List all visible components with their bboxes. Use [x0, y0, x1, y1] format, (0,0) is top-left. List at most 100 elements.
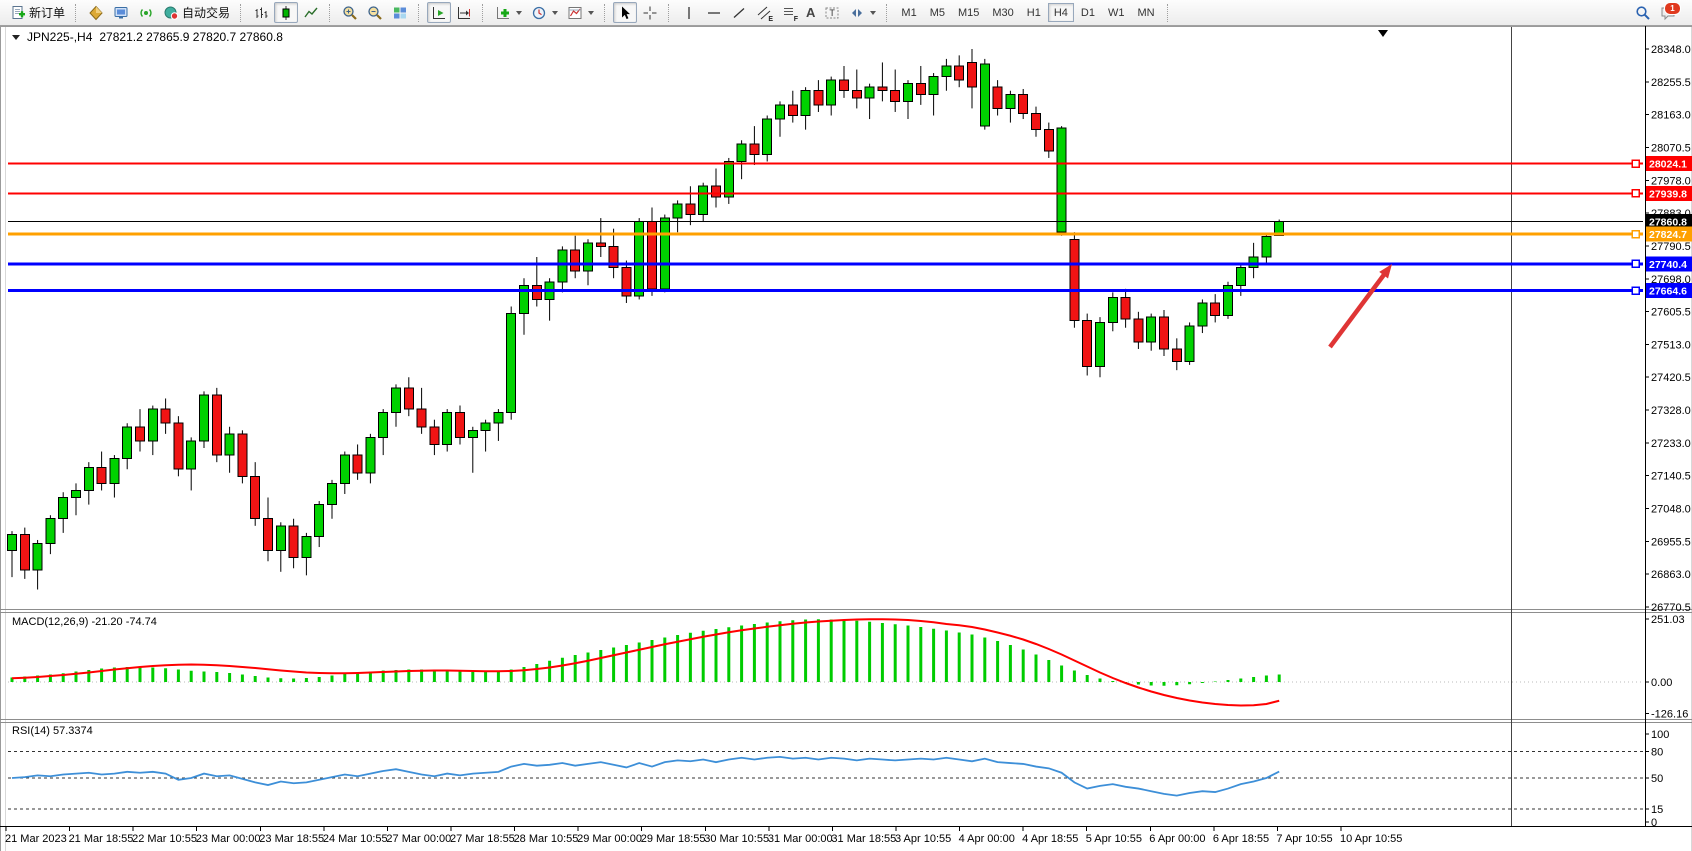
zoom-out-icon: [367, 5, 383, 21]
hline-objects[interactable]: [8, 160, 1643, 294]
chart-canvas[interactable]: 28348.028255.528163.028070.527978.027883…: [0, 26, 1692, 851]
timeframe-h1[interactable]: H1: [1021, 3, 1047, 22]
chart-menu-icon[interactable]: [12, 35, 20, 40]
fibonacci-icon: F: [781, 5, 797, 21]
autoscroll-button[interactable]: [427, 2, 451, 23]
signal-icon: [138, 5, 154, 21]
svg-text:28070.5: 28070.5: [1651, 142, 1691, 154]
timeframe-m1[interactable]: M1: [895, 3, 922, 22]
new-order-button[interactable]: 新订单: [6, 2, 69, 23]
window-frame: [0, 26, 1692, 851]
vertical-line-tool-button[interactable]: [677, 2, 701, 23]
cursor-button[interactable]: [613, 2, 637, 23]
bar-chart-icon: [253, 5, 269, 21]
crosshair-button[interactable]: [638, 2, 662, 23]
trendline-tool-button[interactable]: [727, 2, 751, 23]
timeframe-m15[interactable]: M15: [952, 3, 985, 22]
svg-text:29 Mar 18:55: 29 Mar 18:55: [641, 833, 706, 845]
zoom-out-button[interactable]: [363, 2, 387, 23]
svg-text:7 Apr 10:55: 7 Apr 10:55: [1276, 833, 1332, 845]
horizontal-line-tool-button[interactable]: [702, 2, 726, 23]
price-axis[interactable]: 28348.028255.528163.028070.527978.027883…: [1645, 44, 1691, 614]
clock-icon: [531, 5, 547, 21]
svg-text:27048.0: 27048.0: [1651, 504, 1691, 516]
svg-text:-126.16: -126.16: [1651, 709, 1688, 721]
equidistant-channel-icon: E: [756, 5, 772, 21]
autotrading-label: 自动交易: [182, 4, 230, 21]
dropdown-caret-icon: [588, 11, 594, 15]
terminal-button[interactable]: [109, 2, 133, 23]
timeframe-w1[interactable]: W1: [1102, 3, 1131, 22]
arrows-tool-button[interactable]: [845, 2, 880, 23]
svg-text:27513.0: 27513.0: [1651, 339, 1691, 351]
template-icon: [567, 5, 583, 21]
text-label-tool-button[interactable]: T: [820, 2, 844, 23]
svg-text:50: 50: [1651, 773, 1663, 785]
svg-text:27420.5: 27420.5: [1651, 372, 1691, 384]
tile-windows-icon: [392, 5, 408, 21]
svg-text:21 Mar 2023: 21 Mar 2023: [5, 833, 67, 845]
fibonacci-tool-button[interactable]: F: [777, 2, 801, 23]
timeframe-mn[interactable]: MN: [1131, 3, 1160, 22]
time-axis[interactable]: 21 Mar 202321 Mar 18:5522 Mar 10:55 23 Ma…: [5, 826, 1402, 845]
text-tool-button[interactable]: A: [802, 2, 819, 23]
svg-text:27233.0: 27233.0: [1651, 438, 1691, 450]
svg-text:27664.6: 27664.6: [1649, 286, 1687, 298]
ohlc-values: 27821.2 27865.9 27820.7 27860.8: [99, 30, 283, 44]
svg-text:28348.0: 28348.0: [1651, 44, 1691, 56]
chart-shift-button[interactable]: [452, 2, 476, 23]
zoom-in-button[interactable]: [338, 2, 362, 23]
line-chart-icon: [303, 5, 319, 21]
toolbar-separator: [329, 4, 334, 22]
timeframe-m5[interactable]: M5: [924, 3, 951, 22]
search-icon[interactable]: [1635, 5, 1651, 21]
chart-candles-button[interactable]: [274, 2, 298, 23]
toolbar-separator: [75, 4, 80, 22]
periods-button[interactable]: [527, 2, 562, 23]
svg-text:21 Mar 18:55: 21 Mar 18:55: [69, 833, 134, 845]
new-order-icon: [10, 5, 26, 21]
dropdown-caret-icon: [516, 11, 522, 15]
arrows-icon: [849, 5, 865, 21]
autotrading-button[interactable]: 自动交易: [159, 2, 234, 23]
svg-text:27 Mar 18:55: 27 Mar 18:55: [450, 833, 515, 845]
dropdown-caret-icon: [870, 11, 876, 15]
svg-text:27328.0: 27328.0: [1651, 405, 1691, 417]
arrow-annotation[interactable]: [1330, 264, 1392, 347]
shift-marker-icon[interactable]: [1378, 30, 1388, 37]
signals-button[interactable]: [134, 2, 158, 23]
svg-text:27740.4: 27740.4: [1649, 259, 1687, 271]
autoscroll-icon: [431, 5, 447, 21]
svg-text:30 Mar 10:55: 30 Mar 10:55: [704, 833, 769, 845]
macd-panel[interactable]: 251.030.00-126.16: [8, 614, 1688, 720]
indicators-button[interactable]: [491, 2, 526, 23]
toolbar-separator: [668, 4, 673, 22]
svg-text:100: 100: [1651, 729, 1669, 741]
timeframe-h4[interactable]: H4: [1048, 3, 1074, 22]
tile-windows-button[interactable]: [388, 2, 412, 23]
svg-text:0: 0: [1651, 817, 1657, 829]
svg-text:29 Mar 00:00: 29 Mar 00:00: [577, 833, 642, 845]
svg-text:27140.5: 27140.5: [1651, 471, 1691, 483]
new-order-label: 新订单: [29, 4, 65, 21]
dropdown-caret-icon: [552, 11, 558, 15]
main-toolbar: 新订单 自动交易: [0, 0, 1692, 26]
rsi-panel[interactable]: 1008050150: [8, 729, 1669, 829]
svg-text:4 Apr 00:00: 4 Apr 00:00: [959, 833, 1015, 845]
timeframe-m30[interactable]: M30: [986, 3, 1019, 22]
gold-diamond-icon: [88, 5, 104, 21]
svg-text:4 Apr 18:55: 4 Apr 18:55: [1022, 833, 1078, 845]
chart-line-button[interactable]: [299, 2, 323, 23]
notifications-chat-icon[interactable]: 1: [1660, 5, 1676, 21]
chart-bars-button[interactable]: [249, 2, 273, 23]
market-depth-button[interactable]: [84, 2, 108, 23]
timeframe-d1[interactable]: D1: [1075, 3, 1101, 22]
channel-tool-button[interactable]: E: [752, 2, 776, 23]
svg-text:31 Mar 18:55: 31 Mar 18:55: [831, 833, 896, 845]
svg-text:22 Mar 10:55: 22 Mar 10:55: [132, 833, 197, 845]
text-label-icon: T: [824, 5, 840, 21]
templates-button[interactable]: [563, 2, 598, 23]
svg-text:23 Mar 18:55: 23 Mar 18:55: [259, 833, 324, 845]
svg-text:10 Apr 10:55: 10 Apr 10:55: [1340, 833, 1402, 845]
macd-indicator-label: MACD(12,26,9) -21.20 -74.74: [12, 616, 157, 628]
